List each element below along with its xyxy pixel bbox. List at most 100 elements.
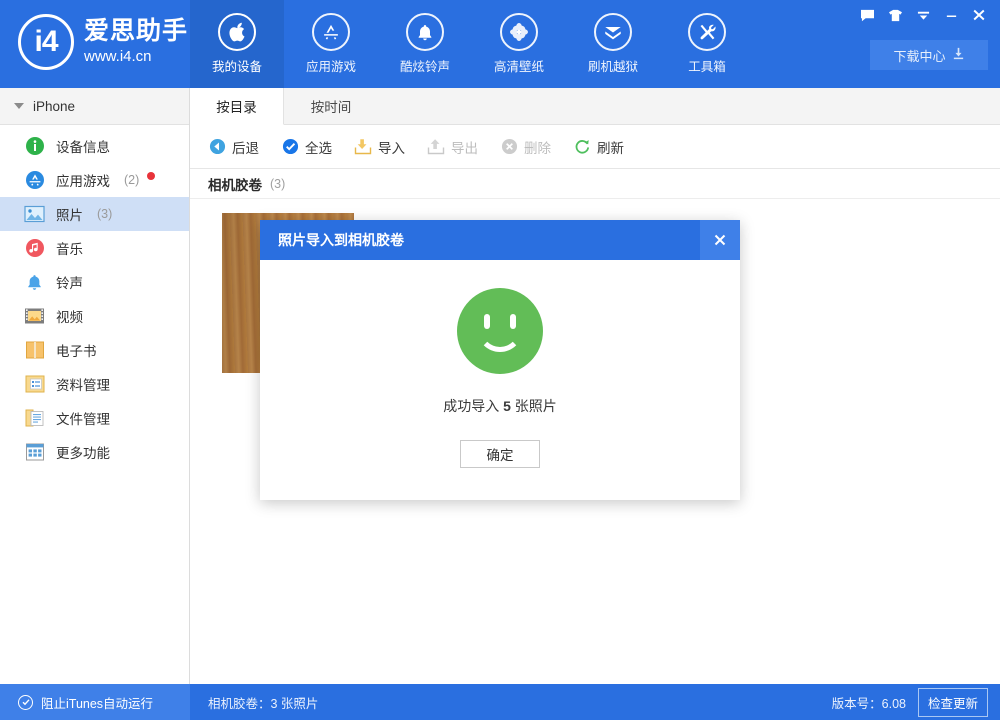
menu-icon[interactable] — [910, 4, 936, 26]
nav-item-toolbox[interactable]: 工具箱 — [660, 0, 754, 88]
nav-item-ringtones[interactable]: 酷炫铃声 — [378, 0, 472, 88]
video-icon — [24, 306, 45, 327]
sidebar-item-file-manage[interactable]: 文件管理 — [0, 401, 189, 435]
device-name: iPhone — [33, 99, 75, 114]
book-icon — [24, 340, 45, 361]
nav-item-my-device[interactable]: 我的设备 — [190, 0, 284, 88]
file-manage-icon — [24, 408, 45, 429]
nav-item-apps-games[interactable]: 应用游戏 — [284, 0, 378, 88]
info-icon — [24, 136, 45, 157]
toolbar-label: 后退 — [232, 137, 259, 157]
sidebar-item-apps-games[interactable]: 应用游戏 (2) — [0, 163, 189, 197]
sidebar-item-label: 照片 — [56, 204, 83, 224]
brand-text: 爱思助手 www.i4.cn — [84, 18, 188, 66]
version-label: 版本号：6.08 — [832, 693, 906, 712]
toolbar-label: 刷新 — [597, 137, 624, 157]
nav-label: 我的设备 — [212, 56, 262, 75]
nav-item-flash-jailbreak[interactable]: 刷机越狱 — [566, 0, 660, 88]
nav-item-wallpaper[interactable]: 高清壁纸 — [472, 0, 566, 88]
sidebar-item-ringtones[interactable]: 铃声 — [0, 265, 189, 299]
app-window: i4 爱思助手 www.i4.cn 我的设备 应用游戏 — [0, 0, 1000, 720]
sidebar-item-data-manage[interactable]: 资料管理 — [0, 367, 189, 401]
dialog-message-count: 5 — [503, 398, 511, 414]
check-circle-icon — [18, 695, 33, 710]
dialog-message: 成功导入 5 张照片 — [443, 396, 557, 416]
sidebar-item-more-features[interactable]: 更多功能 — [0, 435, 189, 469]
sidebar-item-ebook[interactable]: 电子书 — [0, 333, 189, 367]
feedback-icon[interactable] — [854, 4, 880, 26]
minimize-icon[interactable] — [938, 4, 964, 26]
smiley-success-icon — [457, 288, 543, 374]
export-icon — [427, 138, 445, 156]
toolbar-label: 删除 — [524, 137, 551, 157]
toolbar-label: 导入 — [378, 137, 405, 157]
flash-box-icon — [594, 13, 632, 51]
skin-icon[interactable] — [882, 4, 908, 26]
sidebar-item-count: (3) — [97, 207, 112, 221]
sidebar-list: 设备信息 应用游戏 (2) 照片 (3) — [0, 125, 189, 469]
chevron-down-icon — [14, 103, 24, 109]
status-bar: 阻止iTunes自动运行 相机胶卷：3 张照片 版本号：6.08 检查更新 — [0, 684, 1000, 720]
dialog-message-suffix: 张照片 — [511, 398, 557, 414]
close-icon[interactable] — [966, 4, 992, 26]
nav-label: 工具箱 — [688, 56, 726, 75]
sidebar-item-label: 文件管理 — [56, 408, 110, 428]
itunes-block-toggle[interactable]: 阻止iTunes自动运行 — [0, 684, 190, 720]
flower-icon — [500, 13, 538, 51]
back-arrow-icon — [208, 138, 226, 156]
status-info: 相机胶卷：3 张照片 — [190, 684, 832, 720]
toolbar-label: 全选 — [305, 137, 332, 157]
refresh-icon — [573, 138, 591, 156]
dialog-ok-button[interactable]: 确定 — [460, 440, 540, 468]
action-toolbar: 后退 全选 导入 导出 — [190, 125, 1000, 169]
import-result-dialog: 照片导入到相机胶卷 成功导入 5 张照片 确定 — [260, 220, 740, 500]
import-icon — [354, 138, 372, 156]
import-button[interactable]: 导入 — [354, 137, 405, 157]
sidebar-item-label: 铃声 — [56, 272, 83, 292]
sidebar-item-count: (2) — [124, 173, 139, 187]
brand-url: www.i4.cn — [84, 48, 188, 66]
sidebar-item-label: 电子书 — [56, 340, 97, 360]
section-header: 相机胶卷 (3) — [190, 169, 1000, 199]
sidebar-item-video[interactable]: 视频 — [0, 299, 189, 333]
appstore-icon — [312, 13, 350, 51]
brand-logo-area: i4 爱思助手 www.i4.cn — [18, 14, 188, 70]
refresh-button[interactable]: 刷新 — [573, 137, 624, 157]
sidebar-item-label: 设备信息 — [56, 136, 110, 156]
itunes-block-label: 阻止iTunes自动运行 — [41, 693, 153, 712]
apple-icon — [218, 13, 256, 51]
sidebar-item-device-info[interactable]: 设备信息 — [0, 129, 189, 163]
sidebar-item-music[interactable]: 音乐 — [0, 231, 189, 265]
nav-label: 刷机越狱 — [588, 56, 638, 75]
top-bar: i4 爱思助手 www.i4.cn 我的设备 应用游戏 — [0, 0, 1000, 88]
photo-icon — [24, 204, 45, 225]
close-icon[interactable] — [700, 220, 740, 260]
appstore-icon — [24, 170, 45, 191]
dialog-body: 成功导入 5 张照片 确定 — [260, 260, 740, 500]
tab-by-directory[interactable]: 按目录 — [190, 88, 284, 125]
sidebar-item-photos[interactable]: 照片 (3) — [0, 197, 189, 231]
dialog-ok-label: 确定 — [487, 444, 514, 464]
content-tabs: 按目录 按时间 — [190, 88, 1000, 125]
status-right: 版本号：6.08 检查更新 — [832, 684, 1000, 720]
check-update-button[interactable]: 检查更新 — [918, 688, 988, 717]
delete-icon — [500, 138, 518, 156]
tab-by-time[interactable]: 按时间 — [284, 88, 378, 124]
bell-icon — [406, 13, 444, 51]
sidebar: iPhone 设备信息 应用游戏 (2) 照片 — [0, 88, 190, 684]
download-center-button[interactable]: 下载中心 — [870, 40, 988, 70]
toolbar-label: 导出 — [451, 137, 478, 157]
dialog-message-prefix: 成功导入 — [443, 398, 503, 414]
nav-label: 酷炫铃声 — [400, 56, 450, 75]
data-manage-icon — [24, 374, 45, 395]
sidebar-item-label: 视频 — [56, 306, 83, 326]
nav-label: 应用游戏 — [306, 56, 356, 75]
dialog-title-bar: 照片导入到相机胶卷 — [260, 220, 740, 260]
tab-label: 按时间 — [311, 96, 352, 116]
device-selector[interactable]: iPhone — [0, 88, 189, 125]
back-button[interactable]: 后退 — [208, 137, 259, 157]
export-button: 导出 — [427, 137, 478, 157]
dialog-title: 照片导入到相机胶卷 — [278, 230, 404, 250]
i4-circle-logo-icon: i4 — [18, 14, 74, 70]
select-all-button[interactable]: 全选 — [281, 137, 332, 157]
